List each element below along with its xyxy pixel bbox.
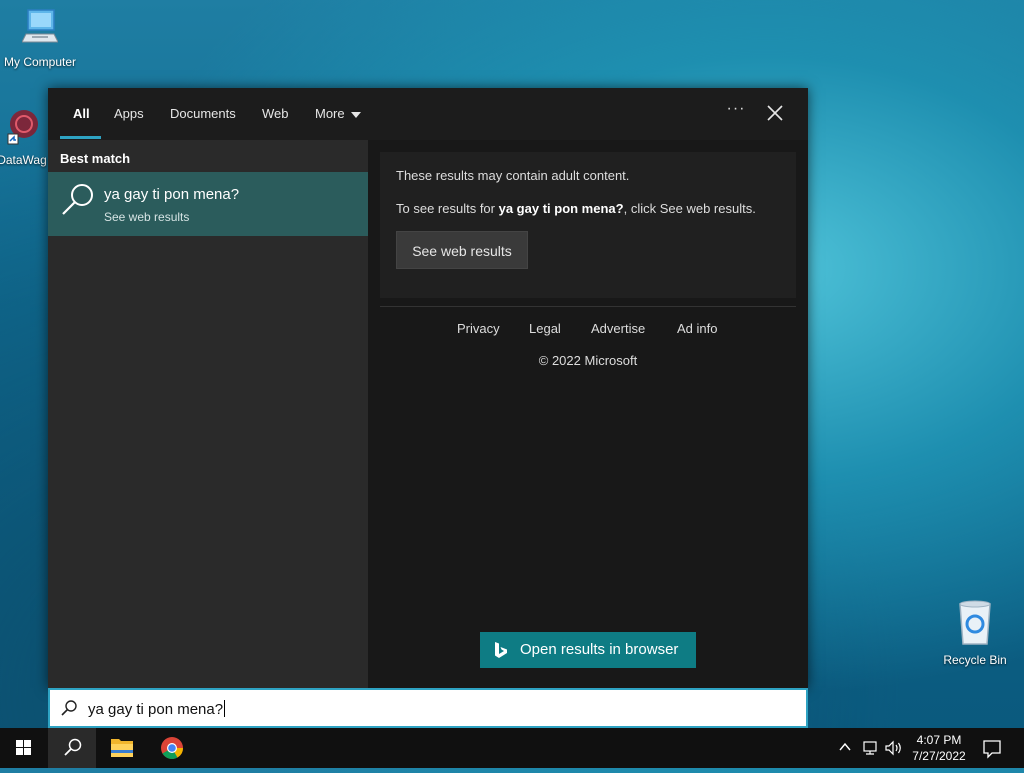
volume-icon[interactable] bbox=[884, 740, 904, 756]
best-match-title: ya gay ti pon mena? bbox=[104, 186, 240, 203]
clock-time: 4:07 PM bbox=[916, 733, 962, 747]
desktop-icon-my-computer[interactable]: My Computer bbox=[0, 8, 80, 69]
tab-more[interactable]: More bbox=[315, 106, 361, 121]
taskbar: 4:07 PM 7/27/2022 bbox=[0, 728, 1024, 768]
search-panel: All Apps Documents Web More ··· Best mat… bbox=[48, 88, 808, 688]
clock-date: 7/27/2022 bbox=[912, 749, 966, 763]
adult-content-warning-card: These results may contain adult content.… bbox=[380, 152, 796, 298]
warning-text: These results may contain adult content. bbox=[396, 168, 630, 183]
desktop-icon-label: Recycle Bin bbox=[943, 653, 1007, 667]
warning-instruction: To see results for ya gay ti pon mena?, … bbox=[396, 201, 756, 216]
ad-info-link[interactable]: Ad info bbox=[677, 321, 717, 336]
results-list-pane: Best match ya gay ti pon mena? See web r… bbox=[48, 140, 368, 688]
file-explorer-button[interactable] bbox=[98, 728, 146, 768]
advertise-link[interactable]: Advertise bbox=[591, 321, 645, 336]
desktop-icon-label: My Computer bbox=[3, 55, 77, 69]
chrome-icon bbox=[161, 737, 183, 759]
tab-documents[interactable]: Documents bbox=[170, 106, 236, 121]
chrome-button[interactable] bbox=[148, 728, 196, 768]
search-icon bbox=[64, 738, 82, 756]
active-tab-indicator bbox=[60, 136, 101, 139]
search-input-value: ya gay ti pon mena? bbox=[88, 701, 224, 718]
bing-icon bbox=[495, 642, 507, 658]
search-icon bbox=[61, 700, 77, 716]
warning-query: ya gay ti pon mena? bbox=[498, 201, 624, 216]
network-icon[interactable] bbox=[862, 740, 880, 756]
more-options-button[interactable]: ··· bbox=[724, 100, 748, 124]
privacy-link[interactable]: Privacy bbox=[457, 321, 500, 336]
search-tab-bar: All Apps Documents Web More ··· bbox=[48, 88, 808, 140]
text-cursor bbox=[224, 700, 226, 717]
best-match-subtitle: See web results bbox=[104, 210, 190, 224]
search-input[interactable]: ya gay ti pon mena? bbox=[88, 700, 226, 718]
computer-icon bbox=[0, 8, 80, 51]
recycle-bin-icon bbox=[935, 600, 1015, 649]
warning-instruction-suffix: , click See web results. bbox=[623, 201, 756, 216]
desktop-icon-recycle-bin[interactable]: Recycle Bin bbox=[935, 600, 1015, 667]
see-web-results-button[interactable]: See web results bbox=[396, 231, 528, 269]
close-icon bbox=[767, 105, 783, 121]
legal-link[interactable]: Legal bbox=[529, 321, 561, 336]
close-button[interactable] bbox=[764, 102, 786, 124]
tab-all[interactable]: All bbox=[73, 106, 90, 121]
search-icon bbox=[62, 184, 93, 215]
windows-logo-icon bbox=[16, 740, 31, 755]
chevron-up-icon[interactable] bbox=[838, 740, 852, 754]
start-button[interactable] bbox=[0, 728, 48, 768]
open-results-in-browser-button[interactable]: Open results in browser bbox=[480, 632, 696, 668]
notification-icon[interactable] bbox=[980, 736, 1004, 760]
warning-instruction-prefix: To see results for bbox=[396, 201, 499, 216]
divider bbox=[380, 306, 796, 307]
tab-apps[interactable]: Apps bbox=[114, 106, 144, 121]
copyright-text: © 2022 Microsoft bbox=[538, 353, 638, 368]
tab-web[interactable]: Web bbox=[262, 106, 289, 121]
open-results-in-browser-label: Open results in browser bbox=[520, 641, 679, 658]
taskbar-clock[interactable]: 4:07 PM 7/27/2022 bbox=[906, 732, 972, 764]
folder-icon bbox=[111, 739, 133, 757]
preview-pane: These results may contain adult content.… bbox=[368, 140, 808, 688]
search-box[interactable]: ya gay ti pon mena? bbox=[48, 688, 808, 728]
best-match-heading: Best match bbox=[60, 151, 131, 166]
chevron-down-icon bbox=[350, 111, 361, 118]
taskbar-search-button[interactable] bbox=[48, 728, 96, 768]
best-match-item[interactable]: ya gay ti pon mena? See web results bbox=[48, 172, 368, 236]
tab-more-label: More bbox=[315, 106, 345, 121]
